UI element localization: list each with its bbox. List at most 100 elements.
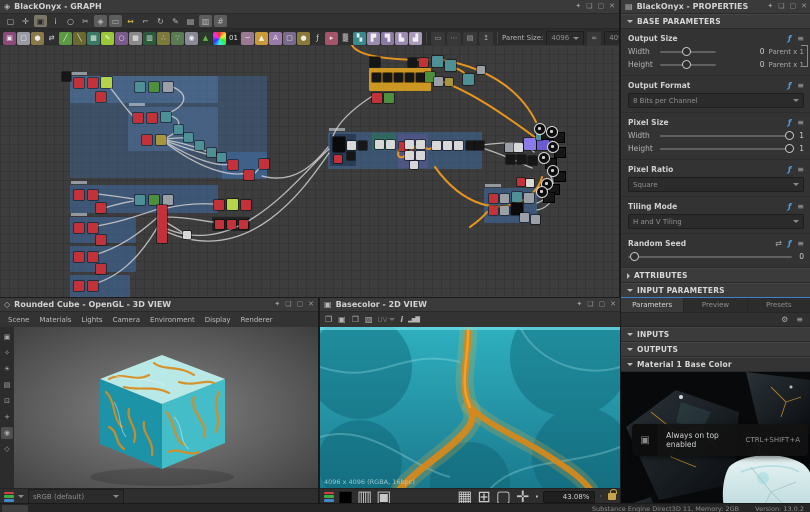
graph-node[interactable] xyxy=(432,141,441,150)
scene-camera-icon[interactable]: ▣ xyxy=(1,331,13,343)
snap-icon[interactable]: ⊞ xyxy=(477,487,490,504)
graph-node[interactable] xyxy=(475,141,484,150)
output-group-header[interactable]: Material 1 Base Color xyxy=(621,357,810,372)
maximize-icon[interactable] xyxy=(790,3,797,10)
geometry-icon[interactable]: ◉ xyxy=(1,427,13,439)
function-icon[interactable] xyxy=(788,166,791,174)
graph-node[interactable] xyxy=(96,92,106,102)
cut-links-icon[interactable]: ✂ xyxy=(79,15,92,27)
graph-node[interactable] xyxy=(526,179,534,187)
graph-node[interactable] xyxy=(384,93,394,103)
graph-node[interactable] xyxy=(520,213,529,222)
options-icon[interactable] xyxy=(797,166,804,174)
graph-node[interactable] xyxy=(466,141,475,150)
menu-lights[interactable]: Lights xyxy=(81,316,102,324)
node-splatter-icon[interactable]: ∴ xyxy=(157,32,170,45)
graph-node[interactable] xyxy=(96,264,106,274)
output-node[interactable] xyxy=(538,152,550,164)
graph-node[interactable] xyxy=(259,159,269,169)
close-icon[interactable] xyxy=(610,301,616,308)
node-dots-icon[interactable]: ∵ xyxy=(171,32,184,45)
node-fx-map-icon[interactable]: ▦ xyxy=(87,32,100,45)
node-text-icon[interactable]: A xyxy=(269,32,282,45)
graph-node[interactable] xyxy=(88,78,98,88)
view-options-icon[interactable]: ▧ xyxy=(365,315,373,324)
node-blur-icon[interactable]: ● xyxy=(31,32,44,45)
graph-node[interactable] xyxy=(195,141,204,150)
node-tile-generator-icon[interactable]: ▟ xyxy=(409,32,422,45)
options-icon[interactable] xyxy=(797,35,804,43)
node-distance-icon[interactable]: ▥ xyxy=(143,32,156,45)
node-levels-icon[interactable]: 01 xyxy=(227,32,240,45)
node-curve-icon[interactable]: ╱ xyxy=(59,32,72,45)
zoom-in-icon[interactable]: · xyxy=(599,492,602,501)
graph-node[interactable] xyxy=(434,77,443,86)
function-icon[interactable] xyxy=(788,240,791,248)
tab-parameters[interactable]: Parameters xyxy=(621,298,684,312)
graph-node[interactable] xyxy=(207,148,216,157)
close-icon[interactable] xyxy=(308,301,314,308)
graph-node[interactable] xyxy=(416,73,425,82)
node-pattern-icon[interactable]: ▚ xyxy=(353,32,366,45)
output-node[interactable] xyxy=(536,186,548,198)
node-warp-icon[interactable]: ● xyxy=(297,32,310,45)
graph-node[interactable] xyxy=(443,141,452,150)
graph-node[interactable] xyxy=(347,141,356,150)
graph-node[interactable] xyxy=(62,72,71,81)
pixel-ratio-select[interactable]: Square xyxy=(628,177,804,192)
node-height-icon[interactable]: ▲ xyxy=(199,32,212,45)
maximize-icon[interactable] xyxy=(599,301,606,308)
options-icon[interactable] xyxy=(797,240,804,248)
pin-icon[interactable] xyxy=(274,301,280,308)
float-icon[interactable] xyxy=(586,3,592,10)
graph-node[interactable] xyxy=(416,151,425,160)
graph-node[interactable] xyxy=(74,281,84,291)
tab-presets[interactable]: Presets xyxy=(748,298,810,312)
function-icon[interactable] xyxy=(788,119,791,127)
node-svg-pencil-icon[interactable]: ✎ xyxy=(101,32,114,45)
graph-node[interactable] xyxy=(227,199,238,210)
graph-node[interactable] xyxy=(419,58,428,67)
maximize-icon[interactable] xyxy=(598,3,605,10)
height-slider[interactable] xyxy=(660,64,716,66)
screenshot-icon[interactable]: ▤ xyxy=(1,379,13,391)
graph-node[interactable] xyxy=(386,140,395,149)
node-emboss-icon[interactable]: ▲ xyxy=(255,32,268,45)
menu-scene[interactable]: Scene xyxy=(8,316,29,324)
attributes-header[interactable]: ATTRIBUTES xyxy=(621,268,810,283)
camera-icon[interactable]: ▣ xyxy=(34,15,47,27)
shuffle-icon[interactable] xyxy=(775,240,782,248)
function-icon[interactable] xyxy=(788,35,791,43)
grid-snap-icon[interactable]: # xyxy=(214,15,227,27)
save-image-icon[interactable]: ▣ xyxy=(338,315,346,324)
graph-node[interactable] xyxy=(74,252,84,262)
graph-node[interactable] xyxy=(347,152,355,160)
copy-image-icon[interactable]: ❒ xyxy=(352,315,359,324)
zoom-icon[interactable]: ○ xyxy=(64,15,77,27)
graph-node[interactable] xyxy=(184,133,193,142)
graph-node[interactable] xyxy=(528,156,537,165)
node-pixel-processor-icon[interactable]: ƒ xyxy=(311,32,324,45)
histogram-icon[interactable]: ▂▅▇ xyxy=(408,316,419,323)
graph-node[interactable] xyxy=(370,57,380,67)
output-node[interactable] xyxy=(546,126,558,138)
statusbar-grip[interactable] xyxy=(2,505,28,512)
lock-icon[interactable] xyxy=(608,493,616,500)
link-wh-icon[interactable]: ∞ xyxy=(587,32,601,45)
options-icon[interactable] xyxy=(797,119,804,127)
pin-icon[interactable] xyxy=(576,301,582,308)
node-value-processor-icon[interactable]: ▸ xyxy=(325,32,338,45)
options-icon[interactable] xyxy=(797,82,804,90)
menu-camera[interactable]: Camera xyxy=(113,316,140,324)
graph-node[interactable] xyxy=(524,193,534,203)
graph-node[interactable] xyxy=(445,60,456,71)
pencil-tool-icon[interactable]: ✎ xyxy=(169,15,182,27)
graph-node[interactable] xyxy=(372,93,382,103)
wireframe-icon[interactable]: ◇ xyxy=(1,443,13,455)
graph-node[interactable] xyxy=(512,192,522,202)
graph-node[interactable] xyxy=(157,205,167,243)
graph-node[interactable] xyxy=(149,195,159,205)
image-view-icon[interactable]: ▣ xyxy=(376,487,391,504)
loop-link-icon[interactable]: ↻ xyxy=(154,15,167,27)
marquee-select-icon[interactable]: ▢ xyxy=(4,15,17,27)
